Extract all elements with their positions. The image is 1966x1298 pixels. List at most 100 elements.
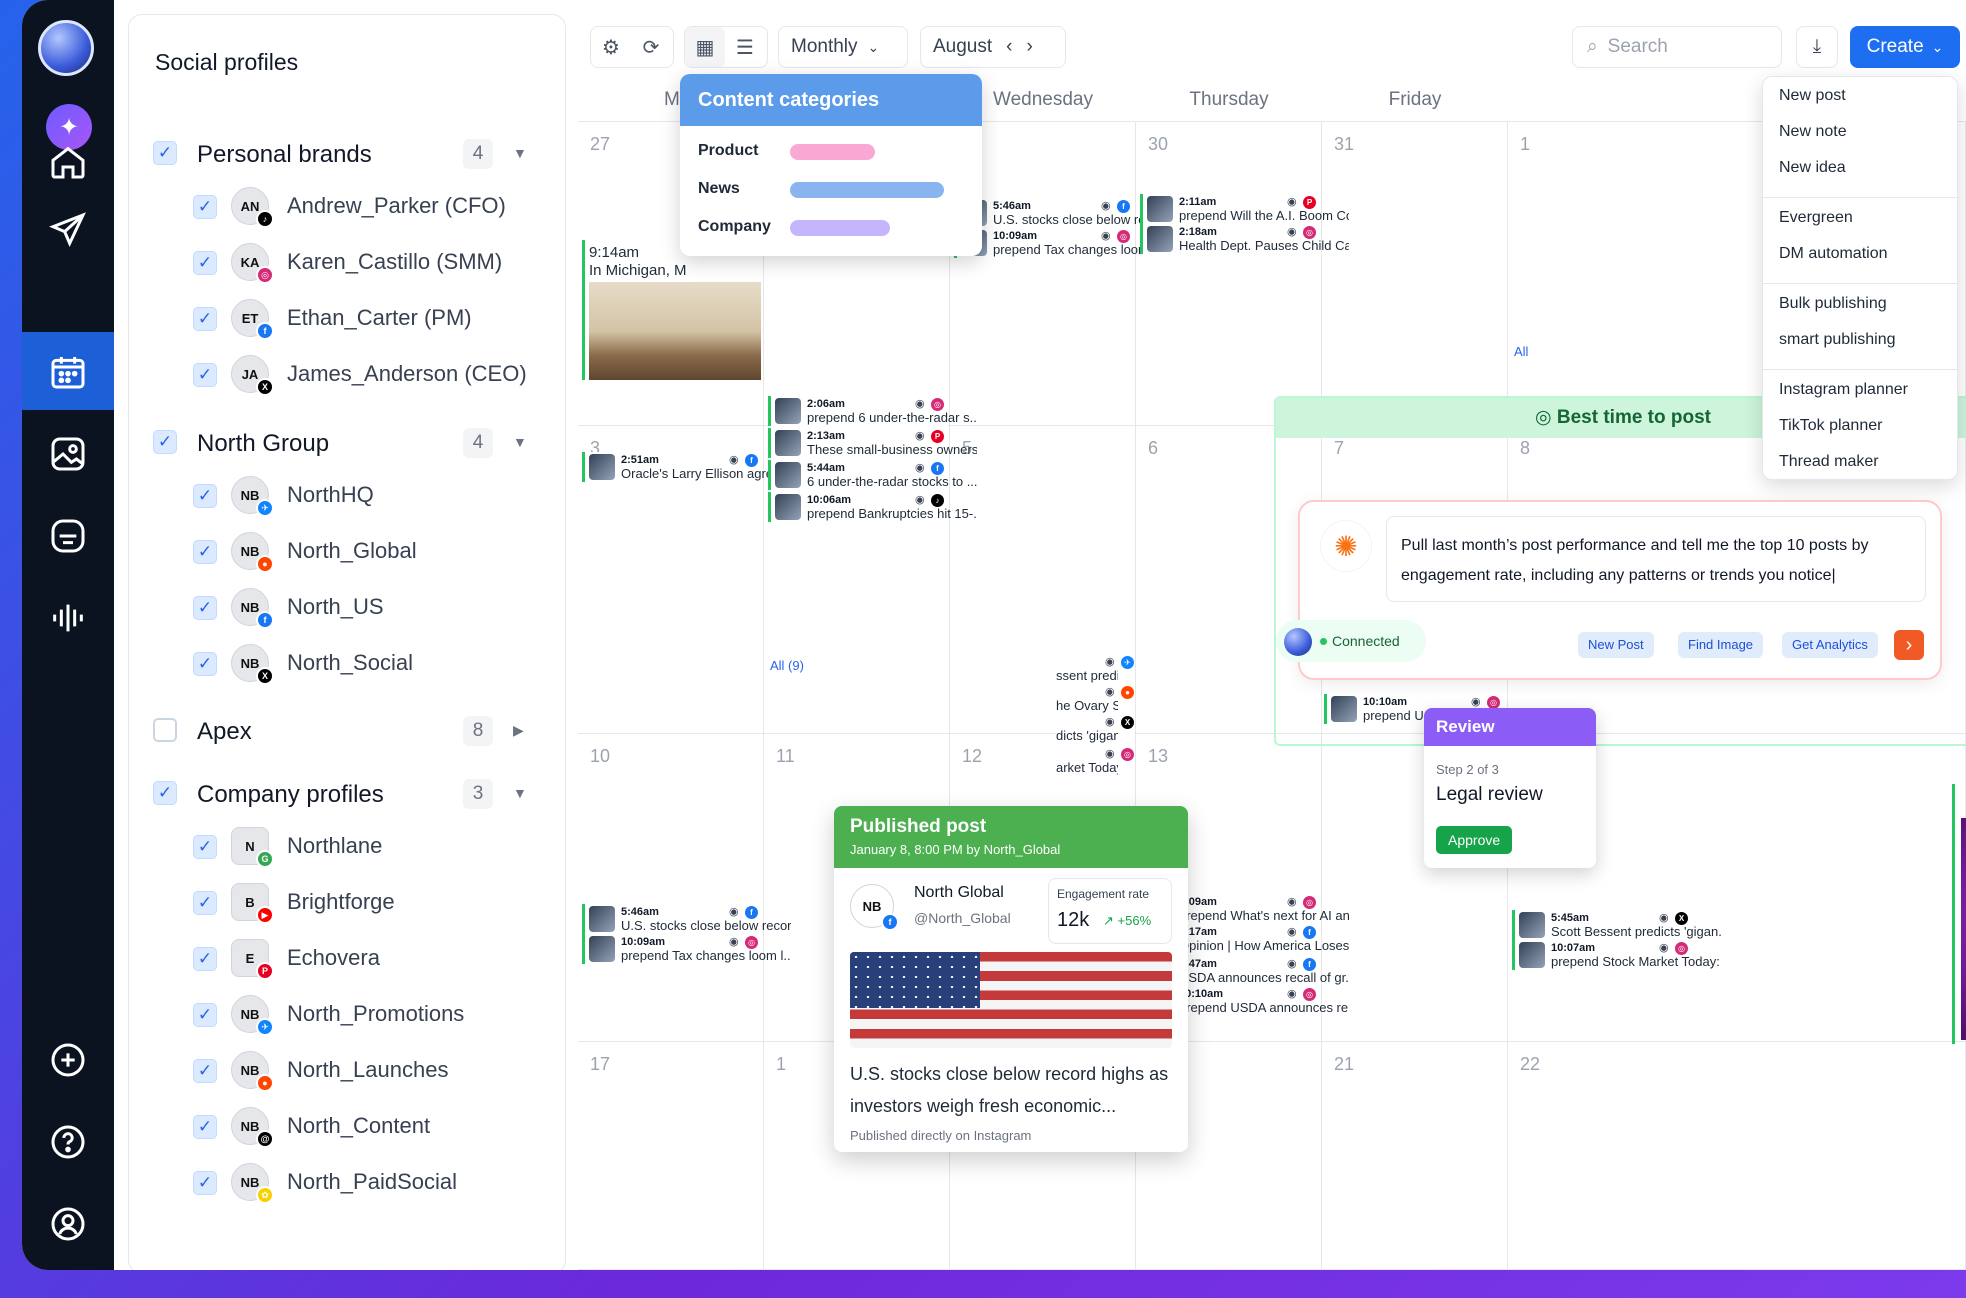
day-cell[interactable]	[1136, 122, 1322, 426]
scheduled-post[interactable]: dicts 'gigan...◉X	[1056, 714, 1134, 744]
profile-checkbox[interactable]: ✓	[193, 195, 217, 219]
category-company[interactable]: Company	[698, 218, 771, 236]
chevron-left-icon[interactable]: ‹	[1006, 36, 1012, 58]
profile-group[interactable]: ✓ Personal brands 4 ▼	[153, 137, 549, 173]
create-menu-item[interactable]: Instagram planner	[1779, 381, 1908, 399]
home-icon[interactable]	[46, 140, 90, 184]
create-button[interactable]: Create ⌄	[1850, 26, 1960, 68]
category-product[interactable]: Product	[698, 142, 758, 160]
photo-post[interactable]: AI	[1952, 784, 1966, 1044]
scheduled-post[interactable]: 2:18am Health Dept. Pauses Child Ca... ◉…	[1140, 224, 1349, 254]
profile-item[interactable]: ✓ NB ✈ NorthHQ	[193, 476, 549, 517]
scheduled-post[interactable]: 2:13am These small-business owners... ◉ P	[768, 428, 977, 458]
profile-checkbox[interactable]: ✓	[193, 835, 217, 859]
chip-find-image[interactable]: Find Image	[1678, 632, 1764, 658]
profile-checkbox[interactable]: ✓	[193, 1171, 217, 1195]
view-select[interactable]: Monthly ⌄	[778, 26, 908, 68]
profile-checkbox[interactable]: ✓	[193, 1059, 217, 1083]
caret-down-icon[interactable]: ▼	[513, 145, 527, 161]
profile-checkbox[interactable]: ✓	[193, 1115, 217, 1139]
day-cell[interactable]	[578, 734, 764, 1042]
create-menu-item[interactable]: Bulk publishing	[1779, 295, 1887, 313]
profile-item[interactable]: ✓ NB ✿ North_PaidSocial	[193, 1163, 549, 1204]
scheduled-post[interactable]: 2:51am Oracle's Larry Ellison agrees t..…	[582, 452, 791, 482]
day-cell[interactable]	[1322, 1042, 1508, 1270]
scheduled-post[interactable]: 2:06am prepend 6 under-the-radar s... ◉ ◎	[768, 396, 977, 426]
create-menu-item[interactable]: New note	[1779, 123, 1847, 141]
profile-item[interactable]: ✓ B ▶ Brightforge	[193, 883, 549, 924]
chevron-right-icon[interactable]: ›	[1026, 36, 1032, 58]
profile-group[interactable]: ✓ Company profiles 3 ▼	[153, 777, 549, 813]
caret-down-icon[interactable]: ▼	[513, 785, 527, 801]
profile-item[interactable]: ✓ NB ● North_Global	[193, 532, 549, 573]
scheduled-post[interactable]: 10:06am prepend Bankruptcies hit 15-... …	[768, 492, 977, 522]
help-icon[interactable]	[46, 1120, 90, 1164]
scheduled-post[interactable]: ssent predi...◉✈	[1056, 654, 1134, 684]
audio-icon[interactable]	[46, 596, 90, 640]
group-checkbox[interactable]: ✓	[153, 430, 177, 454]
caret-down-icon[interactable]: ▼	[513, 434, 527, 450]
all-posts-link[interactable]: All (9)	[770, 658, 804, 673]
profile-item[interactable]: ✓ NB X North_Social	[193, 644, 549, 685]
create-menu-item[interactable]: Thread maker	[1779, 453, 1879, 471]
profile-item[interactable]: ✓ JA X James_Anderson (CEO)	[193, 355, 549, 396]
profile-checkbox[interactable]: ✓	[193, 363, 217, 387]
scheduled-post[interactable]: arket Today:...◉◎	[1056, 746, 1134, 776]
day-cell[interactable]	[1322, 122, 1508, 426]
ai-prompt-input[interactable]: Pull last month’s post performance and t…	[1386, 516, 1926, 602]
profile-checkbox[interactable]: ✓	[193, 540, 217, 564]
media-icon[interactable]	[46, 432, 90, 476]
profile-checkbox[interactable]: ✓	[193, 307, 217, 331]
profile-item[interactable]: ✓ ET f Ethan_Carter (PM)	[193, 299, 549, 340]
download-icon[interactable]: ⤓	[1796, 26, 1838, 68]
create-menu-item[interactable]: smart publishing	[1779, 331, 1896, 349]
day-cell[interactable]	[578, 1042, 764, 1270]
group-checkbox[interactable]	[153, 718, 177, 742]
search-input[interactable]: ⌕ Search	[1572, 26, 1782, 68]
send-arrow-icon[interactable]: ›	[1894, 630, 1924, 660]
create-menu-item[interactable]: Evergreen	[1779, 209, 1853, 227]
profile-checkbox[interactable]: ✓	[193, 947, 217, 971]
profile-checkbox[interactable]: ✓	[193, 652, 217, 676]
app-logo[interactable]	[38, 20, 94, 76]
profile-item[interactable]: ✓ NB @ North_Content	[193, 1107, 549, 1148]
chip-new-post[interactable]: New Post	[1578, 632, 1654, 658]
scheduled-post[interactable]: 5:44am 6 under-the-radar stocks to ... ◉…	[768, 460, 977, 490]
profile-item[interactable]: ✓ KA ◎ Karen_Castillo (SMM)	[193, 243, 549, 284]
photo-post[interactable]: 9:14am In Michigan, M	[582, 240, 761, 380]
profile-checkbox[interactable]: ✓	[193, 596, 217, 620]
group-checkbox[interactable]: ✓	[153, 781, 177, 805]
add-icon[interactable]	[46, 1038, 90, 1082]
scheduled-post[interactable]: 2:11am prepend Will the A.I. Boom Co... …	[1140, 194, 1349, 224]
profile-item[interactable]: ✓ NB ✈ North_Promotions	[193, 995, 549, 1036]
profile-checkbox[interactable]: ✓	[193, 891, 217, 915]
group-checkbox[interactable]: ✓	[153, 141, 177, 165]
create-menu-item[interactable]: New post	[1779, 87, 1846, 105]
profile-checkbox[interactable]: ✓	[193, 484, 217, 508]
scheduled-post[interactable]: he Ovary So...◉●	[1056, 684, 1134, 714]
create-menu-item[interactable]: New idea	[1779, 159, 1846, 177]
caret-right-icon[interactable]: ▶	[513, 722, 524, 739]
approve-button[interactable]: Approve	[1436, 826, 1513, 854]
gear-icon[interactable]: ⚙	[591, 27, 631, 67]
calendar-icon[interactable]	[46, 350, 90, 394]
scheduled-post[interactable]: 5:45am Scott Bessent predicts 'gigan... …	[1512, 910, 1721, 940]
scheduled-post[interactable]: 10:09am prepend Tax changes loom l... ◉ ◎	[582, 934, 791, 964]
create-menu-item[interactable]: DM automation	[1779, 245, 1888, 263]
profile-item[interactable]: ✓ NG Northlane	[193, 827, 549, 868]
profile-item[interactable]: ✓ NB ● North_Launches	[193, 1051, 549, 1092]
category-news[interactable]: News	[698, 180, 740, 198]
profile-item[interactable]: ✓ AN ♪ Andrew_Parker (CFO)	[193, 187, 549, 228]
profile-icon[interactable]	[46, 1202, 90, 1246]
profile-item[interactable]: ✓ NB f North_US	[193, 588, 549, 629]
profile-group[interactable]: ✓ North Group 4 ▼	[153, 426, 549, 462]
day-cell[interactable]	[1508, 1042, 1966, 1270]
create-menu-item[interactable]: TikTok planner	[1779, 417, 1882, 435]
profile-group[interactable]: Apex 8 ▶	[153, 714, 549, 750]
send-icon[interactable]	[46, 208, 90, 252]
inbox-icon[interactable]	[46, 514, 90, 558]
profile-checkbox[interactable]: ✓	[193, 1003, 217, 1027]
profile-checkbox[interactable]: ✓	[193, 251, 217, 275]
profile-item[interactable]: ✓ EP Echovera	[193, 939, 549, 980]
scheduled-post[interactable]: 10:07am prepend Stock Market Today:... ◉…	[1512, 940, 1721, 970]
